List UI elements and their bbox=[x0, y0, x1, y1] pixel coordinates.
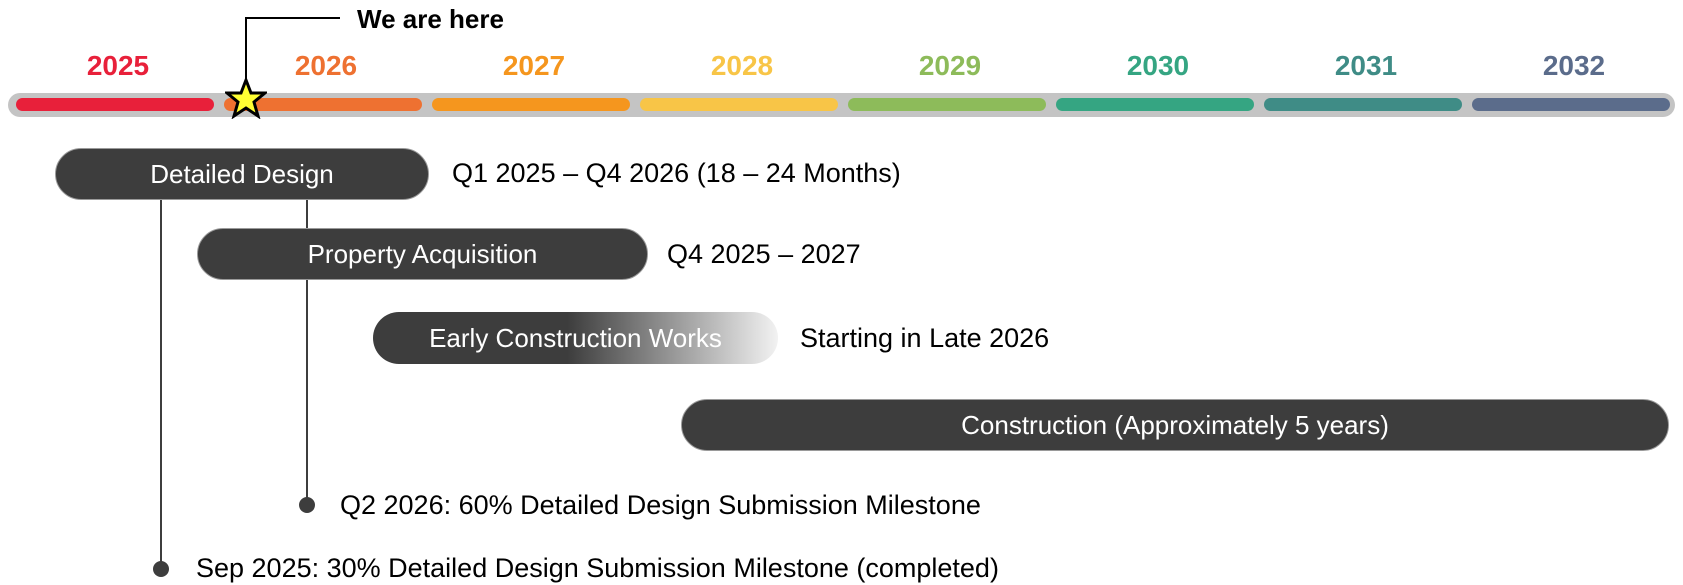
milestone-label: Q2 2026: 60% Detailed Design Submission … bbox=[340, 490, 981, 520]
phase-label: Early Construction Works bbox=[429, 322, 722, 353]
year-segment-2030 bbox=[1056, 98, 1254, 111]
phase-timing: Q4 2025 – 2027 bbox=[667, 239, 861, 269]
milestone-dot bbox=[299, 497, 315, 513]
phase-label: Construction (Approximately 5 years) bbox=[961, 409, 1389, 440]
milestone-line-sep-2025 bbox=[160, 185, 162, 568]
phase-detailed-design: Detailed Design bbox=[55, 148, 429, 200]
year-label-2029: 2029 bbox=[918, 50, 982, 81]
milestone-label: Sep 2025: 30% Detailed Design Submission… bbox=[196, 553, 999, 583]
phase-early-construction-works: Early Construction Works bbox=[373, 312, 778, 364]
star-icon bbox=[225, 77, 267, 119]
year-label-2027: 2027 bbox=[502, 50, 566, 81]
year-segment-2025 bbox=[16, 98, 214, 111]
year-segment-2028 bbox=[640, 98, 838, 111]
year-label-2032: 2032 bbox=[1542, 50, 1606, 81]
year-label-2031: 2031 bbox=[1334, 50, 1398, 81]
phase-construction: Construction (Approximately 5 years) bbox=[681, 399, 1669, 451]
year-segment-2029 bbox=[848, 98, 1046, 111]
year-label-2030: 2030 bbox=[1126, 50, 1190, 81]
milestone-dot bbox=[153, 561, 169, 577]
callout-leader-horizontal bbox=[245, 17, 340, 19]
we-are-here-label: We are here bbox=[357, 4, 504, 34]
year-segment-2027 bbox=[432, 98, 630, 111]
phase-timing: Starting in Late 2026 bbox=[800, 323, 1050, 353]
phase-property-acquisition: Property Acquisition bbox=[197, 228, 648, 280]
year-segment-2032 bbox=[1472, 98, 1670, 111]
phase-label: Property Acquisition bbox=[307, 238, 538, 269]
phase-label: Detailed Design bbox=[150, 158, 334, 189]
year-label-2025: 2025 bbox=[86, 50, 150, 81]
phase-timing: Q1 2025 – Q4 2026 (18 – 24 Months) bbox=[452, 158, 901, 188]
year-segment-2031 bbox=[1264, 98, 1462, 111]
year-label-2028: 2028 bbox=[710, 50, 774, 81]
